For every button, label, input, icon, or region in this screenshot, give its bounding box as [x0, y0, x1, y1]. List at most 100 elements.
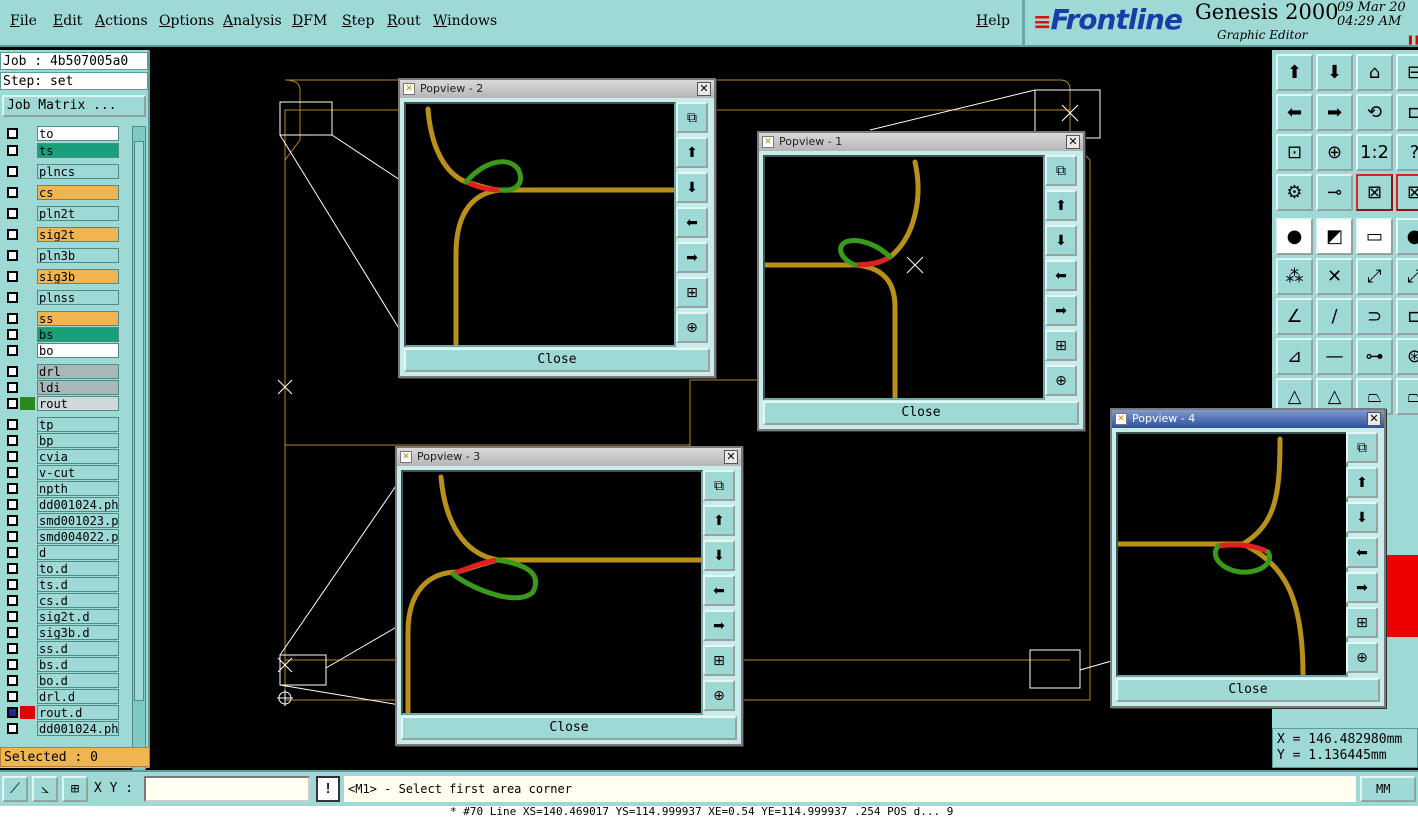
- trapezoid-b-icon[interactable]: ⏢: [1396, 378, 1418, 415]
- layer-name[interactable]: ss.d: [37, 641, 119, 656]
- layer-row[interactable]: dd001024.pho: [2, 721, 122, 736]
- layer-checkbox[interactable]: [7, 345, 18, 356]
- zoom-out-icon[interactable]: ⊕: [1045, 365, 1077, 396]
- layer-row[interactable]: to.d: [2, 561, 122, 576]
- layer-name[interactable]: bs.d: [37, 657, 119, 672]
- layer-checkbox[interactable]: [7, 313, 18, 324]
- pan-right-icon[interactable]: ➡: [1346, 572, 1378, 603]
- layer-swatch[interactable]: [20, 291, 35, 304]
- pan-left-icon[interactable]: ⬅: [1346, 537, 1378, 568]
- close-button[interactable]: Close: [404, 348, 710, 372]
- layer-swatch[interactable]: [20, 328, 35, 341]
- layer-checkbox[interactable]: [7, 563, 18, 574]
- segment-icon[interactable]: —: [1316, 338, 1353, 375]
- layer-name[interactable]: sig2t.d: [37, 609, 119, 624]
- pan-right-icon[interactable]: ➡: [703, 610, 735, 641]
- layer-swatch[interactable]: [20, 270, 35, 283]
- layer-name[interactable]: v-cut: [37, 465, 119, 480]
- zoom-fit-icon[interactable]: ⧉: [1346, 432, 1378, 463]
- layer-name[interactable]: bo: [37, 343, 119, 358]
- home-icon[interactable]: ⌂: [1356, 54, 1393, 91]
- layer-checkbox[interactable]: [7, 659, 18, 670]
- layer-checkbox[interactable]: [7, 366, 18, 377]
- layer-name[interactable]: dd001024.pho: [37, 497, 119, 512]
- layer-name[interactable]: cs: [37, 185, 119, 200]
- layer-swatch[interactable]: [20, 127, 35, 140]
- layer-name[interactable]: drl.d: [37, 689, 119, 704]
- layer-name[interactable]: cvia: [37, 449, 119, 464]
- popview-canvas[interactable]: [763, 155, 1045, 400]
- layer-name[interactable]: to: [37, 126, 119, 141]
- menu-options[interactable]: Options: [159, 13, 214, 29]
- layer-row[interactable]: ss: [2, 311, 122, 326]
- popview-titlebar[interactable]: ✕ Popview - 2 ✕: [400, 80, 714, 98]
- zoom-out-icon[interactable]: ⊕: [1346, 642, 1378, 673]
- layer-name[interactable]: to.d: [37, 561, 119, 576]
- layer-swatch[interactable]: [20, 249, 35, 262]
- layer-name[interactable]: sig2t: [37, 227, 119, 242]
- layer-row[interactable]: bo.d: [2, 673, 122, 688]
- zoom-in-icon[interactable]: ⊞: [1346, 607, 1378, 638]
- layer-swatch[interactable]: [20, 365, 35, 378]
- layer-checkbox[interactable]: [7, 611, 18, 622]
- layer-row[interactable]: bo: [2, 343, 122, 358]
- pan-up-icon[interactable]: ⬆: [703, 505, 735, 536]
- layer-row[interactable]: pln3b: [2, 248, 122, 263]
- layer-row[interactable]: npth: [2, 481, 122, 496]
- layer-name[interactable]: drl: [37, 364, 119, 379]
- layer-row[interactable]: rout: [2, 396, 122, 411]
- layer-swatch[interactable]: [20, 658, 35, 671]
- layer-row[interactable]: sig3b.d: [2, 625, 122, 640]
- layer-swatch[interactable]: [20, 144, 35, 157]
- layer-swatch[interactable]: [20, 207, 35, 220]
- measure-icon[interactable]: ⊶: [1356, 338, 1393, 375]
- zoom-center-icon[interactable]: ⊕: [1316, 134, 1353, 171]
- layer-checkbox[interactable]: [7, 166, 18, 177]
- layer-checkbox[interactable]: [7, 627, 18, 638]
- layer-name[interactable]: ts: [37, 143, 119, 158]
- pan-left-icon[interactable]: ⬅: [1045, 260, 1077, 291]
- help-icon[interactable]: ?: [1396, 134, 1418, 171]
- layer-row[interactable]: cs: [2, 185, 122, 200]
- layer-row[interactable]: smd001023.ph: [2, 513, 122, 528]
- layer-swatch[interactable]: [20, 578, 35, 591]
- layer-checkbox[interactable]: [7, 707, 18, 718]
- layer-checkbox[interactable]: [7, 579, 18, 590]
- layer-row[interactable]: pln2t: [2, 206, 122, 221]
- pan-down-icon[interactable]: ⬇: [676, 172, 708, 203]
- layer-name[interactable]: dd001024.pho: [37, 721, 119, 736]
- angle-icon[interactable]: ∠: [1276, 298, 1313, 335]
- move-down-icon[interactable]: ⬇: [1316, 54, 1353, 91]
- layer-row[interactable]: sig2t.d: [2, 609, 122, 624]
- layer-row[interactable]: ts: [2, 143, 122, 158]
- layer-row[interactable]: ts.d: [2, 577, 122, 592]
- undo-icon[interactable]: ⟲: [1356, 94, 1393, 131]
- layer-checkbox[interactable]: [7, 398, 18, 409]
- layer-row[interactable]: bs: [2, 327, 122, 342]
- pan-up-icon[interactable]: ⬆: [1346, 467, 1378, 498]
- layer-checkbox[interactable]: [7, 329, 18, 340]
- layer-row[interactable]: bp: [2, 433, 122, 448]
- layer-row[interactable]: cvia: [2, 449, 122, 464]
- layer-swatch[interactable]: [20, 344, 35, 357]
- menu-rout[interactable]: Rout: [387, 13, 421, 29]
- layer-scrollbar[interactable]: [132, 126, 146, 794]
- add-point-icon[interactable]: ⤢: [1356, 258, 1393, 295]
- move-point-icon[interactable]: ⤢: [1396, 258, 1418, 295]
- layer-row[interactable]: ss.d: [2, 641, 122, 656]
- layer-checkbox[interactable]: [7, 435, 18, 446]
- layer-row[interactable]: sig3b: [2, 269, 122, 284]
- layer-row[interactable]: tp: [2, 417, 122, 432]
- layer-checkbox[interactable]: [7, 271, 18, 282]
- pan-right-icon[interactable]: ➡: [1045, 295, 1077, 326]
- layer-checkbox[interactable]: [7, 128, 18, 139]
- arc-icon[interactable]: ⊃: [1356, 298, 1393, 335]
- layer-swatch[interactable]: [20, 450, 35, 463]
- layer-swatch[interactable]: [20, 610, 35, 623]
- layer-checkbox[interactable]: [7, 595, 18, 606]
- job-matrix-button[interactable]: Job Matrix ...: [2, 95, 146, 117]
- layer-swatch[interactable]: [20, 312, 35, 325]
- filter-a-icon[interactable]: ⊠: [1356, 174, 1393, 211]
- menu-edit[interactable]: Edit: [53, 13, 82, 29]
- bracket-icon[interactable]: ⊏: [1396, 298, 1418, 335]
